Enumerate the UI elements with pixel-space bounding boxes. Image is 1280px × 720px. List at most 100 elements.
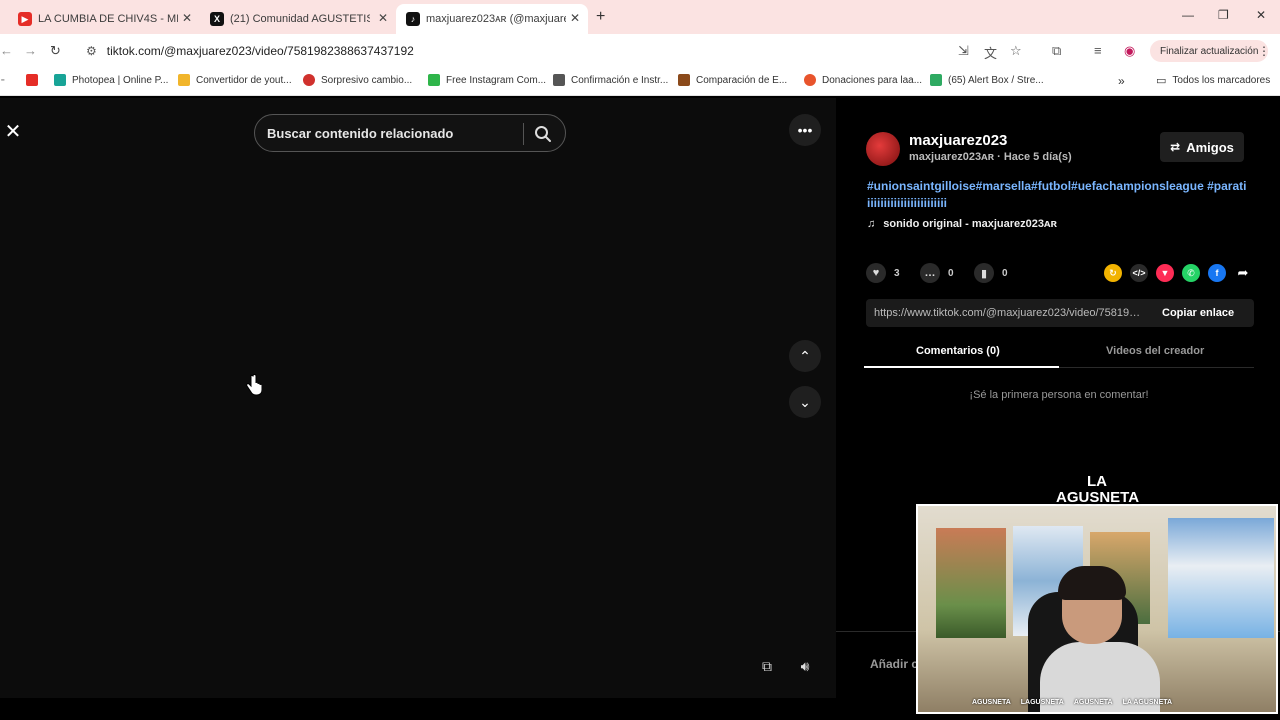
tab-tiktok[interactable]: ♪ maxjuarez023ᴀʀ (@maxjuarez023) ✕ bbox=[396, 4, 588, 34]
picture-in-picture-icon[interactable]: ⧉ bbox=[755, 654, 779, 678]
bookmark-donations[interactable]: Donaciones para laa... bbox=[804, 74, 922, 86]
extensions-icon[interactable]: ⧉ bbox=[1052, 43, 1061, 59]
close-video-icon[interactable]: ✕ bbox=[0, 116, 26, 146]
youtube-icon: ▶ bbox=[18, 12, 32, 26]
more-bookmarks-icon[interactable]: » bbox=[1118, 74, 1125, 88]
comment-action[interactable]: … 0 bbox=[920, 263, 954, 283]
profile-icon[interactable]: ◉ bbox=[1124, 43, 1135, 59]
add-comment-input[interactable]: Añadir c bbox=[870, 657, 918, 671]
news-icon bbox=[303, 74, 315, 86]
next-video-icon[interactable]: ⌄ bbox=[789, 386, 821, 418]
previous-video-icon[interactable]: ⌃ bbox=[789, 340, 821, 372]
video-player[interactable]: ✕ ••• ⌃ ⌄ ⧉ 🔊︎ bbox=[0, 98, 836, 698]
media-icon[interactable]: ≡ bbox=[1094, 43, 1102, 58]
related-search-input[interactable] bbox=[267, 123, 517, 143]
search-divider bbox=[523, 123, 524, 145]
tab-x[interactable]: X (21) Comunidad AGUSTETISMO ✕ bbox=[200, 4, 396, 34]
like-action[interactable]: ♥ 3 bbox=[866, 263, 900, 283]
minimize-icon[interactable]: — bbox=[1182, 8, 1194, 22]
hashtags[interactable]: #unionsaintgilloise#marsella#futbol#uefa… bbox=[867, 178, 1247, 212]
photopea-icon bbox=[54, 74, 66, 86]
bookmark-icon: ▮ bbox=[974, 263, 994, 283]
x-handle: LAGUSNETA bbox=[1020, 699, 1064, 706]
browser-menu-icon[interactable]: ⋮ bbox=[1258, 44, 1270, 58]
save-count: 0 bbox=[1002, 267, 1008, 279]
tab-close-icon[interactable]: ✕ bbox=[570, 11, 580, 25]
all-bookmarks[interactable]: ▭ Todos los marcadores bbox=[1156, 74, 1270, 87]
music-note-icon: ♫ bbox=[867, 218, 876, 230]
share-arrow-icon[interactable]: ➦ bbox=[1234, 264, 1252, 282]
kick-handle: AGUSNETA bbox=[1073, 699, 1113, 706]
webcam-overlay: AGUSNETA LAGUSNETA AGUSNETA LA AGUSNETA bbox=[916, 504, 1278, 714]
search-icon[interactable] bbox=[533, 124, 553, 144]
tab-creator-videos[interactable]: Videos del creador bbox=[1106, 345, 1204, 357]
url-text: tiktok.com/@maxjuarez023/video/758198238… bbox=[106, 44, 414, 58]
donations-icon bbox=[804, 74, 816, 86]
converter-icon bbox=[178, 74, 190, 86]
bookmark-photopea[interactable]: Photopea | Online P... bbox=[54, 74, 168, 86]
comparison-icon bbox=[678, 74, 690, 86]
restore-icon[interactable]: ❐ bbox=[1218, 8, 1229, 22]
avatar[interactable] bbox=[866, 132, 900, 166]
volume-icon[interactable]: 🔊︎ bbox=[793, 654, 817, 678]
like-count: 3 bbox=[894, 267, 900, 279]
whatsapp-icon[interactable]: ✆ bbox=[1182, 264, 1200, 282]
new-tab-button[interactable]: + bbox=[596, 8, 605, 26]
author-username[interactable]: maxjuarez023 bbox=[909, 132, 1007, 149]
bookmark-label: Donaciones para laa... bbox=[822, 74, 923, 86]
youtube-icon bbox=[26, 74, 38, 86]
poster bbox=[936, 528, 1006, 638]
browser-toolbar: ← → ↻ ⚙ tiktok.com/@maxjuarez023/video/7… bbox=[0, 34, 1280, 68]
bookmark-label: Comparación de E... bbox=[696, 74, 788, 86]
friends-button[interactable]: ⇄ Amigos bbox=[1160, 132, 1244, 162]
link-icon bbox=[553, 74, 565, 86]
save-action[interactable]: ▮ 0 bbox=[974, 263, 1008, 283]
instagram-handle: AGUSNETA bbox=[972, 699, 1011, 706]
send-icon[interactable]: ▼ bbox=[1156, 264, 1174, 282]
bookmark-news[interactable]: Sorpresivo cambio... bbox=[303, 74, 412, 86]
tab-close-icon[interactable]: ✕ bbox=[182, 11, 192, 25]
forward-icon[interactable]: → bbox=[24, 43, 37, 58]
tiktok-icon: ♪ bbox=[406, 12, 420, 26]
poster bbox=[1168, 518, 1274, 638]
bookmark-youtube[interactable] bbox=[26, 74, 44, 86]
update-button[interactable]: Finalizar actualización bbox=[1150, 40, 1269, 62]
translate-icon[interactable]: 文 bbox=[984, 43, 997, 62]
bookmark-label: Free Instagram Com... bbox=[446, 74, 547, 86]
bookmark-label: Confirmación e Instr... bbox=[571, 74, 669, 86]
embed-icon[interactable]: </> bbox=[1130, 264, 1148, 282]
bookmark-confirmation[interactable]: Confirmación e Instr... bbox=[553, 74, 668, 86]
x-icon: X bbox=[210, 12, 224, 26]
back-icon[interactable]: ← bbox=[0, 43, 13, 58]
tab-title: LA CUMBIA DE CHIV4S - MIKE bbox=[38, 13, 178, 25]
copy-link-button[interactable]: Copiar enlace bbox=[1162, 307, 1234, 319]
more-options-icon[interactable]: ••• bbox=[789, 114, 821, 146]
share-link-url[interactable]: https://www.tiktok.com/@maxjuarez023/vid… bbox=[874, 307, 1144, 319]
bookmark-converter[interactable]: Convertidor de yout... bbox=[178, 74, 292, 86]
comment-icon: … bbox=[920, 263, 940, 283]
facebook-icon[interactable]: f bbox=[1208, 264, 1226, 282]
address-bar[interactable]: ⚙ tiktok.com/@maxjuarez023/video/7581982… bbox=[80, 39, 1140, 63]
tab-youtube[interactable]: ▶ LA CUMBIA DE CHIV4S - MIKE ✕ bbox=[8, 4, 200, 34]
alertbox-icon bbox=[930, 74, 942, 86]
repost-icon[interactable]: ↻ bbox=[1104, 264, 1122, 282]
install-app-icon[interactable]: ⇲ bbox=[958, 43, 969, 59]
window-close-icon[interactable]: ✕ bbox=[1256, 8, 1266, 22]
tab-close-icon[interactable]: ✕ bbox=[378, 11, 388, 25]
browser-tab-strip: ▶ LA CUMBIA DE CHIV4S - MIKE ✕ X (21) Co… bbox=[0, 0, 1280, 34]
folder-icon: ▭ bbox=[1156, 75, 1167, 87]
site-settings-icon[interactable]: ⚙ bbox=[86, 44, 97, 58]
tab-comments[interactable]: Comentarios (0) bbox=[916, 345, 1000, 357]
author-meta: maxjuarez023ᴀʀ · Hace 5 día(s) bbox=[909, 151, 1072, 163]
bookmarks-scroll-icon: ⁃ bbox=[0, 75, 6, 87]
bookmark-instagram[interactable]: Free Instagram Com... bbox=[428, 74, 546, 86]
bookmark-star-icon[interactable]: ☆ bbox=[1010, 43, 1022, 59]
comments-tabs: Comentarios (0) Videos del creador bbox=[864, 338, 1254, 368]
sound-link[interactable]: ♫ sonido original - maxjuarez023ᴀʀ bbox=[867, 218, 1057, 230]
reload-icon[interactable]: ↻ bbox=[50, 43, 61, 59]
bookmark-comparison[interactable]: Comparación de E... bbox=[678, 74, 787, 86]
bookmark-alertbox[interactable]: (65) Alert Box / Stre... bbox=[930, 74, 1044, 86]
all-bookmarks-label: Todos los marcadores bbox=[1172, 75, 1271, 86]
hand-cursor-icon bbox=[246, 374, 262, 396]
related-search[interactable] bbox=[254, 114, 566, 152]
